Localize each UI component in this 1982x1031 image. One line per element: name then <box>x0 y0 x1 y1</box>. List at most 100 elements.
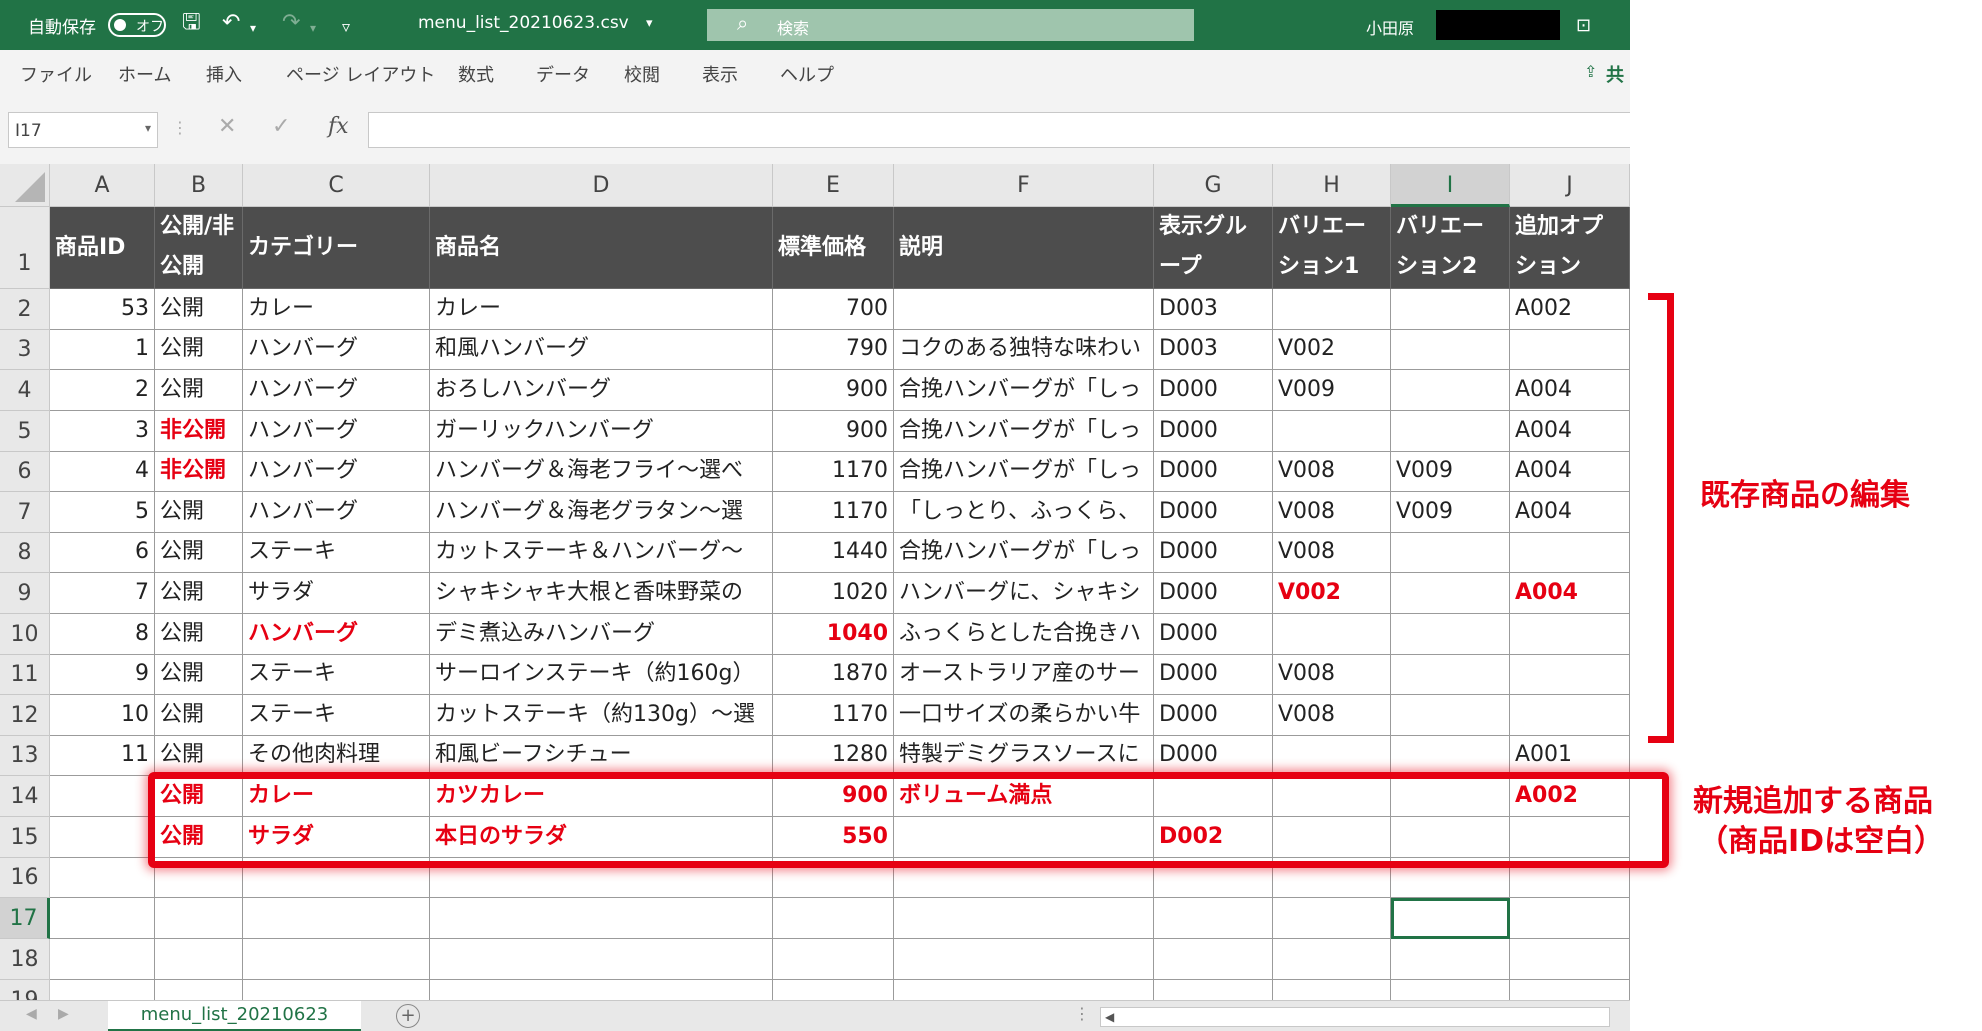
cell-j8[interactable] <box>1510 533 1630 573</box>
save-icon[interactable]: 🖫 <box>182 10 201 36</box>
cell-d10[interactable]: デミ煮込みハンバーグ <box>430 614 773 655</box>
tab-view[interactable]: 表示 <box>702 61 738 87</box>
cell-j19[interactable] <box>1510 980 1630 1000</box>
add-sheet-button[interactable]: + <box>396 1004 420 1028</box>
tab-insert[interactable]: 挿入 <box>206 61 242 87</box>
cell-i4[interactable] <box>1391 370 1510 411</box>
cell-b5[interactable]: 非公開 <box>155 411 243 452</box>
cell-e5[interactable]: 900 <box>773 411 894 452</box>
column-title-c[interactable]: カテゴリー <box>243 207 430 289</box>
cell-f8[interactable]: 合挽ハンバーグが「しっ <box>894 533 1154 573</box>
cell-a15[interactable] <box>50 817 155 858</box>
cell-e18[interactable] <box>773 939 894 980</box>
cell-h7[interactable]: V008 <box>1273 492 1391 533</box>
column-title-i[interactable]: バリエーション2 <box>1391 207 1510 289</box>
cell-i10[interactable] <box>1391 614 1510 655</box>
cell-h19[interactable] <box>1273 980 1391 1000</box>
cell-a10[interactable]: 8 <box>50 614 155 655</box>
cell-a12[interactable]: 10 <box>50 695 155 736</box>
select-all-corner[interactable] <box>0 164 50 207</box>
cell-g12[interactable]: D000 <box>1154 695 1273 736</box>
row-header-5[interactable]: 5 <box>0 411 50 452</box>
cell-b11[interactable]: 公開 <box>155 655 243 695</box>
cell-i12[interactable] <box>1391 695 1510 736</box>
cell-g7[interactable]: D000 <box>1154 492 1273 533</box>
cell-b19[interactable] <box>155 980 243 1000</box>
tab-file[interactable]: ファイル <box>20 61 92 87</box>
row-header-9[interactable]: 9 <box>0 573 50 614</box>
row-header-8[interactable]: 8 <box>0 533 50 573</box>
row-header-10[interactable]: 10 <box>0 614 50 655</box>
cell-j13[interactable]: A001 <box>1510 736 1630 776</box>
cell-j2[interactable]: A002 <box>1510 289 1630 330</box>
cell-e6[interactable]: 1170 <box>773 452 894 492</box>
cell-i8[interactable] <box>1391 533 1510 573</box>
cell-c4[interactable]: ハンバーグ <box>243 370 430 411</box>
column-header-c[interactable]: C <box>243 164 430 207</box>
cell-f19[interactable] <box>894 980 1154 1000</box>
column-header-j[interactable]: J <box>1510 164 1630 207</box>
cell-e11[interactable]: 1870 <box>773 655 894 695</box>
cell-f2[interactable] <box>894 289 1154 330</box>
horizontal-scrollbar[interactable]: ◀ <box>1100 1007 1610 1027</box>
row-header-3[interactable]: 3 <box>0 330 50 370</box>
cell-b9[interactable]: 公開 <box>155 573 243 614</box>
row-header-1[interactable]: 1 <box>0 207 50 289</box>
cell-b13[interactable]: 公開 <box>155 736 243 776</box>
row-header-2[interactable]: 2 <box>0 289 50 330</box>
row-header-7[interactable]: 7 <box>0 492 50 533</box>
cell-c6[interactable]: ハンバーグ <box>243 452 430 492</box>
cell-e3[interactable]: 790 <box>773 330 894 370</box>
cell-g2[interactable]: D003 <box>1154 289 1273 330</box>
cell-j18[interactable] <box>1510 939 1630 980</box>
cell-j9[interactable]: A004 <box>1510 573 1630 614</box>
cell-c8[interactable]: ステーキ <box>243 533 430 573</box>
cell-g19[interactable] <box>1154 980 1273 1000</box>
cell-d19[interactable] <box>430 980 773 1000</box>
cell-h8[interactable]: V008 <box>1273 533 1391 573</box>
cell-a13[interactable]: 11 <box>50 736 155 776</box>
cell-j11[interactable] <box>1510 655 1630 695</box>
cell-a16[interactable] <box>50 858 155 898</box>
scroll-tabs-right-icon[interactable]: ▶ <box>58 1006 69 1022</box>
cell-h5[interactable] <box>1273 411 1391 452</box>
column-title-g[interactable]: 表示グループ <box>1154 207 1273 289</box>
cell-b12[interactable]: 公開 <box>155 695 243 736</box>
cell-i19[interactable] <box>1391 980 1510 1000</box>
cell-d7[interactable]: ハンバーグ＆海老グラタン～選 <box>430 492 773 533</box>
name-box[interactable]: I17 ▾ <box>8 112 158 148</box>
row-header-16[interactable]: 16 <box>0 858 50 898</box>
customize-toolbar-icon[interactable]: ▿ <box>342 14 350 40</box>
cell-g11[interactable]: D000 <box>1154 655 1273 695</box>
cell-i2[interactable] <box>1391 289 1510 330</box>
cell-d11[interactable]: サーロインステーキ（約160g） <box>430 655 773 695</box>
scroll-left-icon[interactable]: ◀ <box>1105 1008 1114 1026</box>
cell-a19[interactable] <box>50 980 155 1000</box>
cell-i18[interactable] <box>1391 939 1510 980</box>
column-header-d[interactable]: D <box>430 164 773 207</box>
cell-b8[interactable]: 公開 <box>155 533 243 573</box>
cell-e19[interactable] <box>773 980 894 1000</box>
tab-help[interactable]: ヘルプ <box>780 61 834 87</box>
cell-a6[interactable]: 4 <box>50 452 155 492</box>
cell-b6[interactable]: 非公開 <box>155 452 243 492</box>
cell-a11[interactable]: 9 <box>50 655 155 695</box>
cell-h18[interactable] <box>1273 939 1391 980</box>
cell-f5[interactable]: 合挽ハンバーグが「しっ <box>894 411 1154 452</box>
cell-h10[interactable] <box>1273 614 1391 655</box>
share-button[interactable]: 共 <box>1606 61 1624 87</box>
cell-c7[interactable]: ハンバーグ <box>243 492 430 533</box>
column-header-h[interactable]: H <box>1273 164 1391 207</box>
tab-formulas[interactable]: 数式 <box>458 61 494 87</box>
column-title-a[interactable]: 商品ID <box>50 207 155 289</box>
cell-f3[interactable]: コクのある独特な味わい <box>894 330 1154 370</box>
cell-g10[interactable]: D000 <box>1154 614 1273 655</box>
cell-a3[interactable]: 1 <box>50 330 155 370</box>
cell-h11[interactable]: V008 <box>1273 655 1391 695</box>
cell-h3[interactable]: V002 <box>1273 330 1391 370</box>
column-header-e[interactable]: E <box>773 164 894 207</box>
cell-c2[interactable]: カレー <box>243 289 430 330</box>
ribbon-display-icon[interactable]: ⊡ <box>1576 13 1591 39</box>
cell-h13[interactable] <box>1273 736 1391 776</box>
cell-a5[interactable]: 3 <box>50 411 155 452</box>
